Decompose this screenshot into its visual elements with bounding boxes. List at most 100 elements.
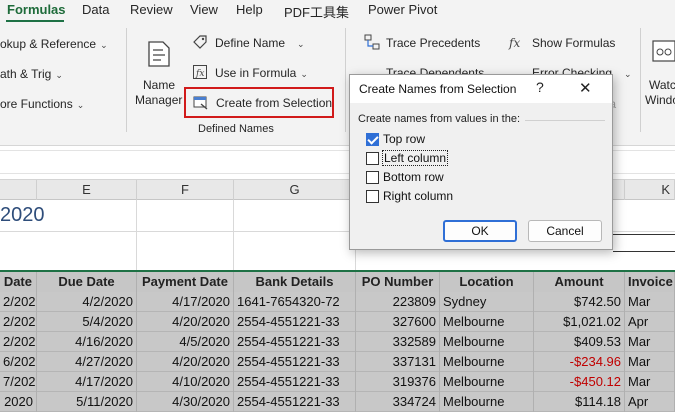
trace-precedents-icon xyxy=(364,34,380,50)
grid-line xyxy=(233,200,234,270)
cell-due-date[interactable]: 5/11/2020 xyxy=(37,392,137,412)
cell-date[interactable]: 7/2020 xyxy=(0,372,37,392)
report-title[interactable]: 2020 xyxy=(0,204,45,227)
cell-payment-date[interactable]: 4/17/2020 xyxy=(137,292,234,312)
header-date[interactable]: Date xyxy=(0,272,37,292)
cell-amount[interactable]: $409.53 xyxy=(534,332,625,352)
cell-amount-negative[interactable]: -$450.12 xyxy=(534,372,625,392)
ok-button[interactable]: OK xyxy=(443,220,517,242)
use-in-formula-button[interactable]: fx Use in Formula ⌄ xyxy=(192,64,322,82)
svg-text:fx: fx xyxy=(508,36,520,50)
checkbox-top-row[interactable] xyxy=(366,133,379,146)
cell-payment-date[interactable]: 4/20/2020 xyxy=(137,352,234,372)
name-manager-icon xyxy=(148,41,170,67)
column-header-f[interactable]: F xyxy=(137,180,234,200)
watch-window-button[interactable]: Watc Windo xyxy=(645,36,675,108)
cell-date[interactable]: 6/2020 xyxy=(0,352,37,372)
cell-po-number[interactable]: 337131 xyxy=(356,352,440,372)
cell-location[interactable]: Sydney xyxy=(440,292,534,312)
cell-payment-date[interactable]: 4/20/2020 xyxy=(137,312,234,332)
trace-precedents-button[interactable]: Trace Precedents xyxy=(364,34,504,52)
cell-po-number[interactable]: 319376 xyxy=(356,372,440,392)
header-bank-details[interactable]: Bank Details xyxy=(234,272,356,292)
create-from-selection-button[interactable]: Create from Selection xyxy=(184,87,334,118)
cell-due-date[interactable]: 4/16/2020 xyxy=(37,332,137,352)
cell-bank-details[interactable]: 1641-7654320-72 xyxy=(234,292,356,312)
lookup-reference-button[interactable]: okup & Reference ⌄ xyxy=(0,37,108,51)
tab-formulas[interactable]: Formulas xyxy=(7,2,66,17)
column-header-e[interactable]: E xyxy=(37,180,137,200)
cell-due-date[interactable]: 4/27/2020 xyxy=(37,352,137,372)
cell-location[interactable]: Melbourne xyxy=(440,392,534,412)
cell-invoice[interactable]: Mar xyxy=(625,352,675,372)
header-po-number[interactable]: PO Number xyxy=(356,272,440,292)
cell-invoice[interactable]: Mar xyxy=(625,332,675,352)
help-icon[interactable]: ? xyxy=(536,79,544,95)
math-trig-button[interactable]: ath & Trig ⌄ xyxy=(0,67,63,81)
close-icon[interactable]: ✕ xyxy=(579,79,592,97)
header-location[interactable]: Location xyxy=(440,272,534,292)
cell-bank-details[interactable]: 2554-4551221-33 xyxy=(234,332,356,352)
cell-date[interactable]: 2/2020 xyxy=(0,292,37,312)
column-header-d[interactable] xyxy=(0,180,37,200)
cell-amount[interactable]: $742.50 xyxy=(534,292,625,312)
cell-payment-date[interactable]: 4/10/2020 xyxy=(137,372,234,392)
cell-po-number[interactable]: 223809 xyxy=(356,292,440,312)
checkbox-bottom-row[interactable] xyxy=(366,171,379,184)
column-header-g[interactable]: G xyxy=(234,180,356,200)
cell-po-number[interactable]: 334724 xyxy=(356,392,440,412)
header-due-date[interactable]: Due Date xyxy=(37,272,137,292)
tab-pdf-tools[interactable]: PDF工具集 xyxy=(284,2,349,21)
cell-due-date[interactable]: 4/17/2020 xyxy=(37,372,137,392)
tab-view[interactable]: View xyxy=(190,2,218,17)
group-divider xyxy=(525,120,605,121)
tab-help[interactable]: Help xyxy=(236,2,263,17)
cell-date[interactable]: 2020 xyxy=(0,392,37,412)
cancel-button[interactable]: Cancel xyxy=(528,220,602,242)
cell-invoice[interactable]: Mar xyxy=(625,292,675,312)
cell-location[interactable]: Melbourne xyxy=(440,332,534,352)
name-manager-button[interactable]: Name Manager xyxy=(132,36,184,108)
cell-date[interactable]: 2/2020 xyxy=(0,332,37,352)
group-separator xyxy=(640,28,641,132)
option-label-top-row: Top row xyxy=(383,132,426,146)
cell-payment-date[interactable]: 4/5/2020 xyxy=(137,332,234,352)
cell-date[interactable]: 2/2020 xyxy=(0,312,37,332)
cell-invoice[interactable]: Apr xyxy=(625,312,675,332)
cell-location[interactable]: Melbourne xyxy=(440,312,534,332)
cell-po-number[interactable]: 327600 xyxy=(356,312,440,332)
show-formulas-icon: fx xyxy=(508,36,520,50)
cell-payment-date[interactable]: 4/30/2020 xyxy=(137,392,234,412)
create-names-dialog: Create Names from Selection ? ✕ Create n… xyxy=(349,74,613,250)
tab-data[interactable]: Data xyxy=(82,2,109,17)
header-amount[interactable]: Amount xyxy=(534,272,625,292)
table-row: 2/2020 5/4/2020 4/20/2020 2554-4551221-3… xyxy=(0,312,675,332)
cell-location[interactable]: Melbourne xyxy=(440,352,534,372)
cell-invoice[interactable]: Mar xyxy=(625,372,675,392)
tab-review[interactable]: Review xyxy=(130,2,173,17)
show-formulas-button[interactable]: fx Show Formulas xyxy=(508,34,628,52)
header-invoice[interactable]: Invoice xyxy=(625,272,675,292)
checkbox-left-column[interactable] xyxy=(366,152,379,165)
cell-due-date[interactable]: 4/2/2020 xyxy=(37,292,137,312)
cell-bank-details[interactable]: 2554-4551221-33 xyxy=(234,372,356,392)
dialog-titlebar[interactable]: Create Names from Selection ? ✕ xyxy=(350,75,612,103)
cell-bank-details[interactable]: 2554-4551221-33 xyxy=(234,392,356,412)
define-name-button[interactable]: Define Name ⌄ xyxy=(192,34,322,52)
column-header-k[interactable]: K xyxy=(625,180,675,200)
tab-power-pivot[interactable]: Power Pivot xyxy=(368,2,437,17)
cell-invoice[interactable]: Apr xyxy=(625,392,675,412)
cell-amount-negative[interactable]: -$234.96 xyxy=(534,352,625,372)
cell-due-date[interactable]: 5/4/2020 xyxy=(37,312,137,332)
formula-icon: fx xyxy=(193,65,207,79)
watch-window-label-2: Windo xyxy=(645,93,675,107)
cell-bank-details[interactable]: 2554-4551221-33 xyxy=(234,352,356,372)
cell-bank-details[interactable]: 2554-4551221-33 xyxy=(234,312,356,332)
header-payment-date[interactable]: Payment Date xyxy=(137,272,234,292)
cell-amount[interactable]: $114.18 xyxy=(534,392,625,412)
more-functions-button[interactable]: ore Functions ⌄ xyxy=(0,97,84,111)
cell-po-number[interactable]: 332589 xyxy=(356,332,440,352)
cell-amount[interactable]: $1,021.02 xyxy=(534,312,625,332)
cell-location[interactable]: Melbourne xyxy=(440,372,534,392)
checkbox-right-column[interactable] xyxy=(366,190,379,203)
